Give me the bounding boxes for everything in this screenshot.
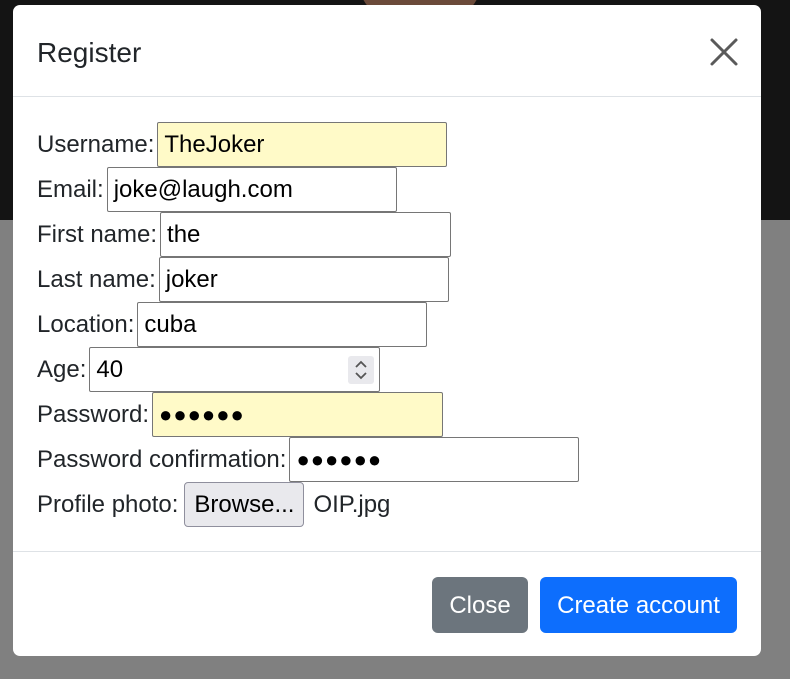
first-name-row: First name: the	[37, 212, 452, 257]
password-confirmation-row: Password confirmation: ●●●●●●	[37, 437, 580, 482]
location-label: Location:	[37, 310, 135, 338]
first-name-label: First name:	[37, 220, 158, 248]
email-row: Email: joke@laugh.com	[37, 167, 397, 212]
profile-photo-row: Profile photo: Browse... OIP.jpg	[37, 482, 390, 527]
password-confirmation-label: Password confirmation:	[37, 445, 287, 473]
password-input[interactable]: ●●●●●●	[152, 392, 444, 437]
email-input[interactable]: joke@laugh.com	[106, 167, 397, 212]
age-label: Age:	[37, 355, 87, 383]
create-account-button[interactable]: Create account	[540, 577, 737, 633]
number-spinner[interactable]	[348, 356, 375, 384]
location-input[interactable]: cuba	[137, 302, 428, 347]
browse-button[interactable]: Browse...	[184, 482, 305, 527]
location-row: Location: cuba	[37, 302, 428, 347]
chevron-down-icon	[355, 372, 368, 380]
modal-footer: Close Create account	[13, 551, 761, 656]
age-value: 40	[96, 356, 124, 383]
register-modal: Register Username: TheJoker Email: joke@…	[13, 5, 761, 656]
age-input[interactable]: 40	[89, 347, 381, 392]
username-input[interactable]: TheJoker	[157, 122, 448, 167]
chevron-up-icon	[355, 360, 368, 368]
password-label: Password:	[37, 400, 150, 428]
last-name-input[interactable]: joker	[158, 257, 449, 302]
last-name-label: Last name:	[37, 265, 156, 293]
password-confirmation-input[interactable]: ●●●●●●	[289, 437, 580, 482]
username-label: Username:	[37, 130, 155, 158]
last-name-row: Last name: joker	[37, 257, 449, 302]
profile-photo-label: Profile photo:	[37, 490, 179, 518]
close-icon[interactable]	[707, 35, 741, 69]
modal-title: Register	[37, 37, 142, 68]
first-name-input[interactable]: the	[160, 212, 452, 257]
age-row: Age: 40	[37, 347, 381, 392]
password-row: Password: ●●●●●●	[37, 392, 444, 437]
username-row: Username: TheJoker	[37, 122, 448, 167]
selected-file-name: OIP.jpg	[313, 490, 391, 518]
modal-header: Register	[13, 5, 761, 97]
close-button[interactable]: Close	[432, 577, 528, 633]
email-label: Email:	[37, 175, 104, 203]
